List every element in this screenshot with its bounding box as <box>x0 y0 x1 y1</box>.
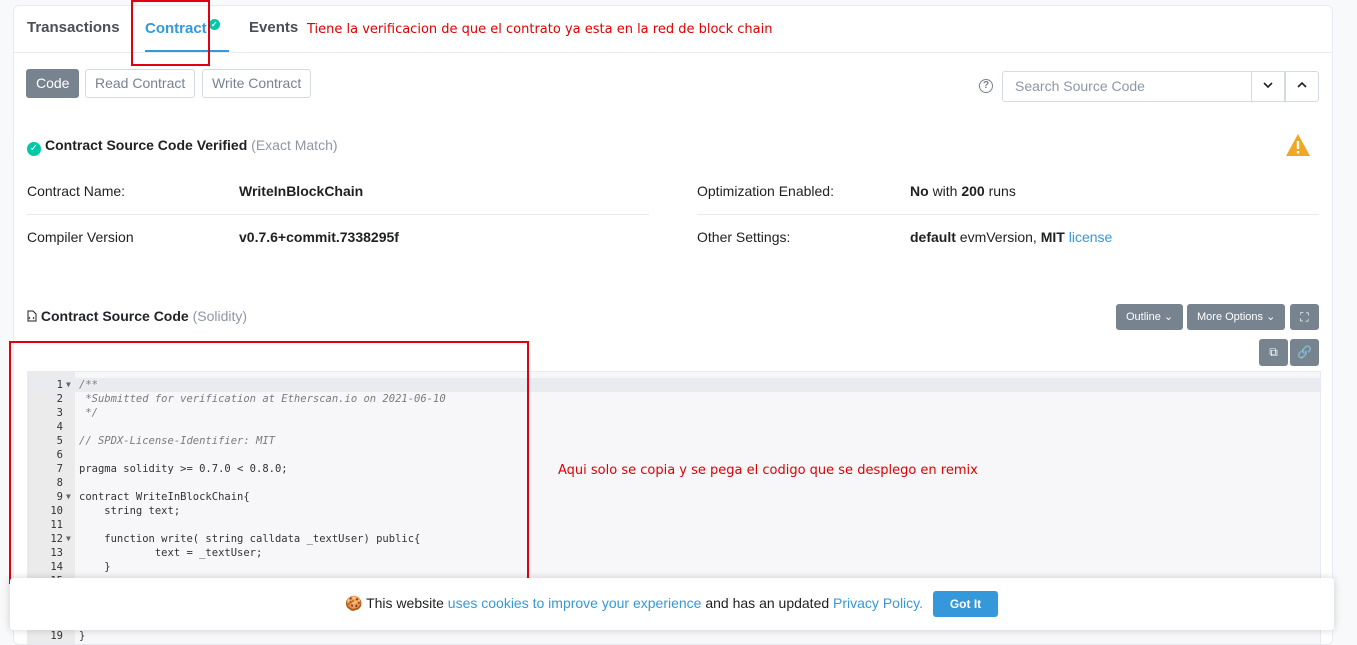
cookie-text: 🍪 This website uses cookies to improve y… <box>345 595 923 612</box>
cookie-mid: and has an updated <box>705 595 830 611</box>
highlight-box-code <box>9 341 529 584</box>
more-options-label: More Options <box>1197 311 1264 323</box>
optimization-value: No with 200 runs <box>910 183 1016 199</box>
contract-name-label: Contract Name: <box>27 183 126 199</box>
cookie-icon: 🍪 <box>345 595 363 611</box>
cookie-banner: 🍪 This website uses cookies to improve y… <box>10 578 1334 630</box>
annotation-top: Tiene la verificacion de que el contrato… <box>307 22 773 37</box>
line-number: 19 <box>50 630 63 642</box>
search-source-input[interactable]: Search Source Code <box>1002 71 1252 102</box>
help-icon[interactable]: ? <box>979 79 993 93</box>
cookie-pre: This website <box>366 595 444 611</box>
code-line: 19} <box>28 629 1320 643</box>
fullscreen-icon[interactable]: ⛶ <box>1290 304 1319 330</box>
verified-check-icon: ✓ <box>208 19 220 30</box>
source-title: Contract Source Code <box>40 308 189 324</box>
code-text: } <box>79 630 86 642</box>
got-it-button[interactable]: Got It <box>933 591 998 617</box>
opt-no: No <box>910 183 929 199</box>
divider <box>27 214 649 215</box>
other-evm: evmVersion, <box>959 229 1037 245</box>
copy-icon[interactable]: ⧉ <box>1259 339 1288 366</box>
other-default: default <box>910 229 956 245</box>
source-code-heading: Contract Source Code (Solidity) <box>27 308 247 324</box>
read-contract-button[interactable]: Read Contract <box>85 69 196 98</box>
license-link[interactable]: license <box>1069 229 1113 245</box>
other-settings-value: default evmVersion, MIT license <box>910 229 1112 245</box>
outline-dropdown[interactable]: Outline ⌄ <box>1116 304 1184 330</box>
optimization-label: Optimization Enabled: <box>697 183 834 199</box>
annotation-code: Aqui solo se copia y se pega el codigo q… <box>558 463 978 478</box>
write-contract-button[interactable]: Write Contract <box>202 69 312 98</box>
chevron-down-icon[interactable] <box>1251 71 1285 102</box>
compiler-version-label: Compiler Version <box>27 229 134 245</box>
contract-name-value: WriteInBlockChain <box>239 183 364 199</box>
link-icon[interactable]: 🔗 <box>1290 339 1319 366</box>
chevron-up-icon[interactable] <box>1285 71 1319 102</box>
other-settings-label: Other Settings: <box>697 229 791 245</box>
more-options-dropdown[interactable]: More Options ⌄ <box>1187 304 1286 330</box>
cookie-link[interactable]: uses cookies to improve your experience <box>448 595 702 611</box>
verified-heading: ✓ Contract Source Code Verified (Exact Ma… <box>27 137 338 156</box>
opt-with: with <box>932 183 958 199</box>
code-tab-button[interactable]: Code <box>26 69 80 98</box>
other-mit: MIT <box>1040 229 1065 245</box>
tab-transactions[interactable]: Transactions <box>27 19 120 36</box>
opt-runs: 200 <box>961 183 985 199</box>
opt-runs-word: runs <box>988 183 1016 199</box>
highlight-box-contract-tab <box>131 0 210 66</box>
exact-match-label: (Exact Match) <box>251 137 338 153</box>
warning-icon[interactable] <box>1285 133 1311 157</box>
compiler-version-value: v0.7.6+commit.7338295f <box>239 229 399 245</box>
privacy-policy-link[interactable]: Privacy Policy. <box>833 595 923 611</box>
tab-events[interactable]: Events <box>249 19 298 36</box>
outline-label: Outline <box>1126 311 1161 323</box>
check-circle-icon: ✓ <box>27 142 41 156</box>
source-lang: (Solidity) <box>192 308 248 324</box>
divider <box>697 214 1319 215</box>
verified-title: Contract Source Code Verified <box>45 137 248 153</box>
file-code-icon <box>27 310 37 322</box>
